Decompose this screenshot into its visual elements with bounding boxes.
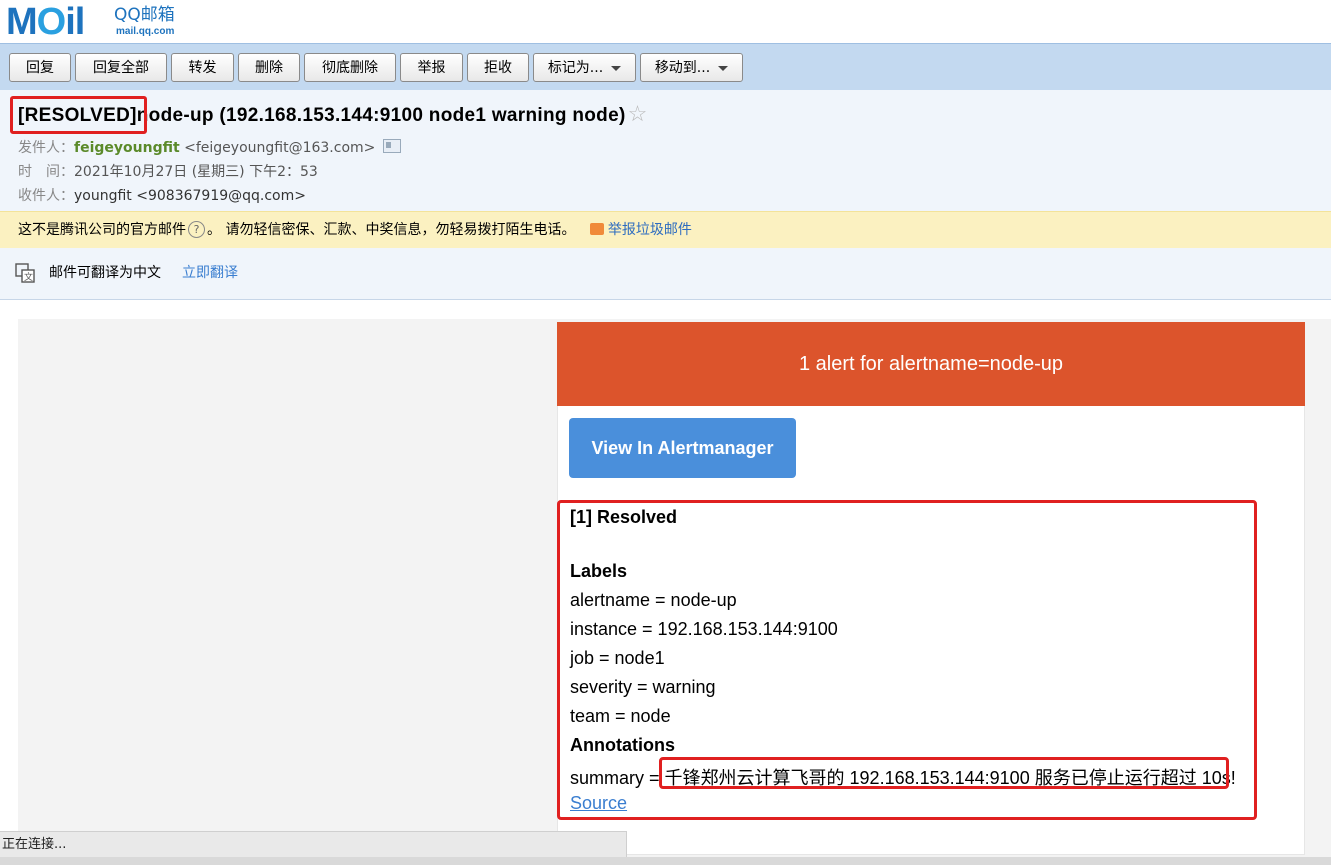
help-icon[interactable]: ? <box>188 221 205 238</box>
chevron-down-icon <box>611 65 622 71</box>
subject-text: node-up (192.168.153.144:9100 node1 warn… <box>136 105 626 126</box>
time-value: 2021年10月27日 (星期三) 下午2：53 <box>74 164 318 180</box>
chevron-down-icon <box>718 65 729 71</box>
translate-label: 邮件可翻译为中文 <box>49 265 161 281</box>
time-label: 时 间： <box>18 164 74 180</box>
delete-permanently-button[interactable]: 彻底删除 <box>304 53 396 82</box>
bottom-strip <box>0 857 1331 865</box>
mail-toolbar: 回复 回复全部 转发 删除 彻底删除 举报 拒收 标记为... 移动到... <box>0 43 1331 91</box>
svg-text:文: 文 <box>24 271 33 283</box>
sender-name[interactable]: feigeyoungfit <box>74 140 180 156</box>
sender-address: <feigeyoungfit@163.com> <box>184 140 376 156</box>
qq-mail-logo[interactable]: MOil QQ邮箱 mail.qq.com <box>6 2 206 42</box>
report-spam-link[interactable]: 举报垃圾邮件 <box>608 222 692 238</box>
resolved-highlight-box <box>10 96 147 134</box>
contact-card-icon[interactable] <box>383 139 402 153</box>
status-bar: 正在连接... <box>0 831 627 857</box>
sender-row: 发件人：feigeyoungfit <feigeyoungfit@163.com… <box>18 137 402 157</box>
recipient-row: 收件人：youngfit <908367919@qq.com> <box>18 185 306 205</box>
reject-button[interactable]: 拒收 <box>467 53 529 82</box>
translate-icon: 文 <box>15 263 35 283</box>
logo-cn-name: QQ邮箱 <box>114 5 175 25</box>
star-icon[interactable]: ☆ <box>628 101 648 126</box>
move-to-label: 移动到... <box>654 60 711 76</box>
logo-mark: MOil <box>6 1 85 43</box>
move-to-dropdown[interactable]: 移动到... <box>640 53 743 82</box>
reply-all-button[interactable]: 回复全部 <box>75 53 167 82</box>
warning-text-1: 这不是腾讯公司的官方邮件 <box>18 222 186 238</box>
to-label: 收件人： <box>18 188 74 204</box>
translate-now-link[interactable]: 立即翻译 <box>182 248 238 299</box>
alert-header: 1 alert for alertname=node-up <box>557 322 1305 406</box>
recipient-value: youngfit <908367919@qq.com> <box>74 188 306 204</box>
forward-button[interactable]: 转发 <box>171 53 234 82</box>
mark-as-dropdown[interactable]: 标记为... <box>533 53 636 82</box>
from-label: 发件人： <box>18 140 74 156</box>
delete-button[interactable]: 删除 <box>238 53 300 82</box>
time-row: 时 间：2021年10月27日 (星期三) 下午2：53 <box>18 161 318 181</box>
reply-button[interactable]: 回复 <box>9 53 71 82</box>
report-spam-icon <box>589 223 604 235</box>
logo-url: mail.qq.com <box>116 26 175 37</box>
translate-bar: 文 邮件可翻译为中文 立即翻译 <box>0 248 1331 300</box>
warning-text-2: 。 请勿轻信密保、汇款、中奖信息，勿轻易拨打陌生电话。 <box>207 222 576 238</box>
summary-highlight-box <box>659 757 1229 789</box>
view-in-alertmanager-button[interactable]: View In Alertmanager <box>569 418 796 478</box>
security-warning-bar: 这不是腾讯公司的官方邮件?。 请勿轻信密保、汇款、中奖信息，勿轻易拨打陌生电话。… <box>0 211 1331 249</box>
report-button[interactable]: 举报 <box>400 53 463 82</box>
mark-as-label: 标记为... <box>547 60 604 76</box>
